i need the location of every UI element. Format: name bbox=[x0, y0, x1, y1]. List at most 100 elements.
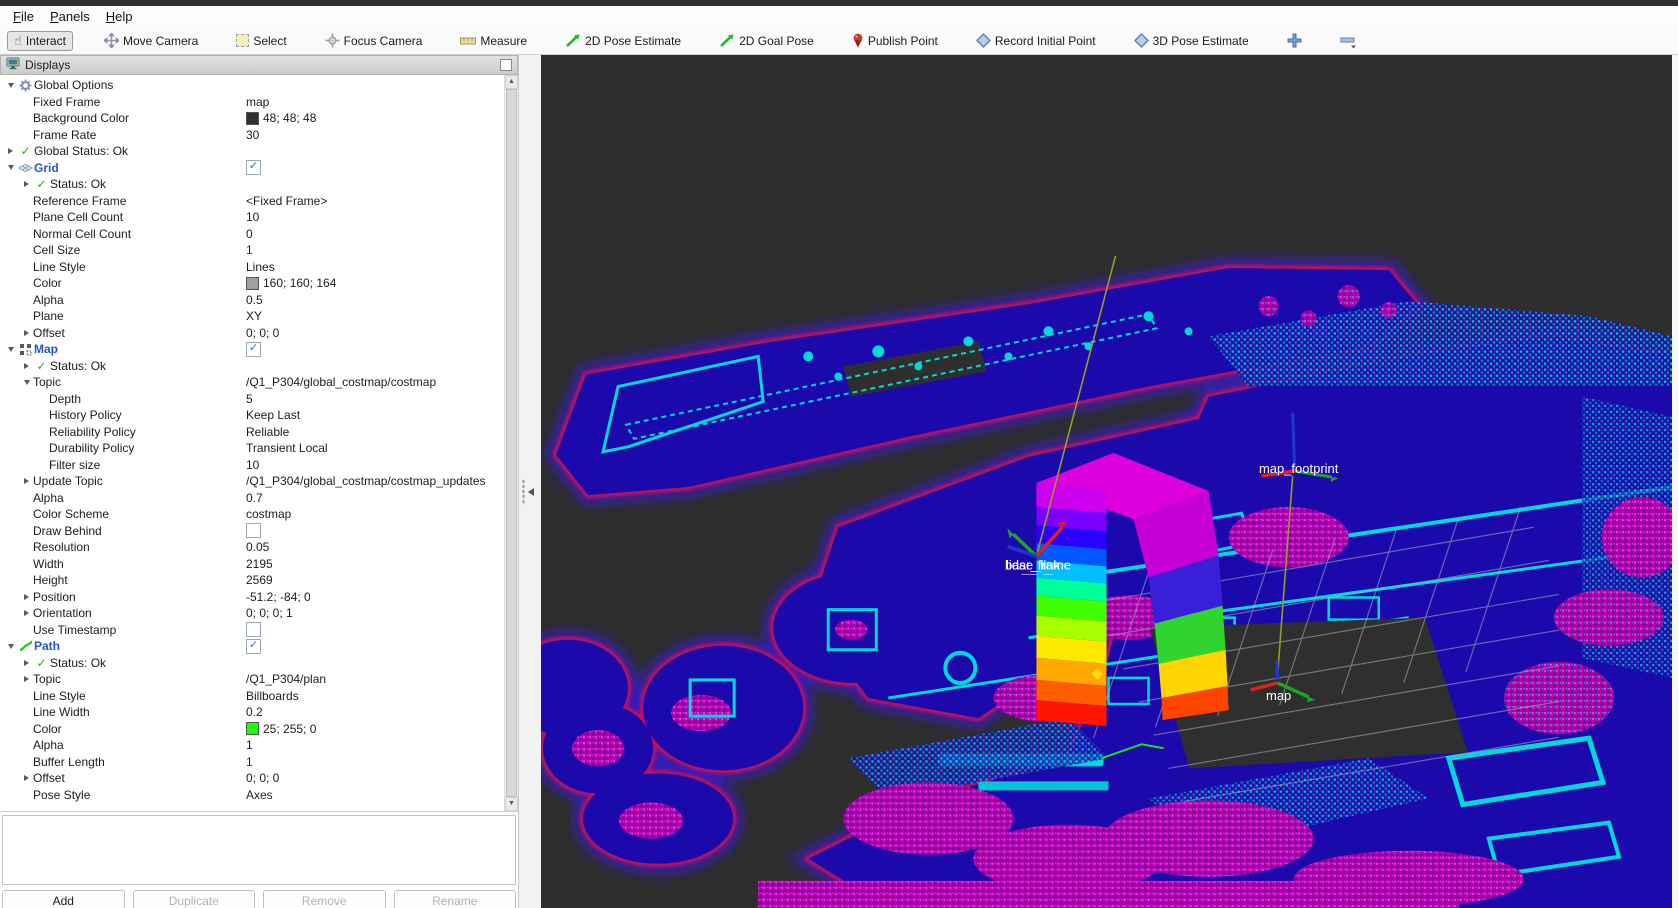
panel-float-button[interactable] bbox=[500, 59, 512, 71]
row-durability-policy[interactable]: Durability Policy Transient Local bbox=[0, 440, 505, 457]
row-filter-size[interactable]: Filter size 10 bbox=[0, 457, 505, 474]
property-value[interactable]: 0.5 bbox=[246, 293, 263, 307]
expander-closed-icon[interactable] bbox=[20, 676, 33, 683]
row-topic[interactable]: Topic/Q1_P304/global_costmap/costmap bbox=[0, 374, 505, 391]
row-background-color[interactable]: Background Color 48; 48; 48 bbox=[0, 110, 505, 127]
property-value[interactable]: 48; 48; 48 bbox=[246, 111, 316, 125]
row-depth[interactable]: Depth 5 bbox=[0, 391, 505, 408]
row-offset[interactable]: Offset 0; 0; 0 bbox=[0, 770, 505, 787]
property-value[interactable]: ✓ bbox=[246, 160, 261, 176]
tool-publish-point[interactable]: Publish Point bbox=[845, 30, 945, 51]
checkbox-checked[interactable]: ✓ bbox=[246, 160, 261, 176]
row-height[interactable]: Height 2569 bbox=[0, 572, 505, 589]
property-value[interactable]: 10 bbox=[246, 458, 259, 472]
property-value[interactable]: 0 bbox=[246, 227, 253, 241]
row-status-ok[interactable]: ✓ Status: Ok bbox=[0, 358, 505, 375]
row-offset[interactable]: Offset 0; 0; 0 bbox=[0, 325, 505, 342]
row-alpha[interactable]: Alpha 0.7 bbox=[0, 490, 505, 507]
row-orientation[interactable]: Orientation 0; 0; 0; 1 bbox=[0, 605, 505, 622]
rename-button[interactable]: Rename bbox=[393, 890, 516, 908]
row-frame-rate[interactable]: Frame Rate 30 bbox=[0, 127, 505, 144]
tool-3d-pose-estimate[interactable]: 3D Pose Estimate bbox=[1127, 30, 1256, 51]
row-color[interactable]: Color 25; 255; 0 bbox=[0, 721, 505, 738]
scroll-down-icon[interactable]: ▼ bbox=[505, 797, 518, 811]
property-value[interactable]: /Q1_P304/plan bbox=[246, 672, 326, 686]
row-normal-cell-count[interactable]: Normal Cell Count 0 bbox=[0, 226, 505, 243]
row-color-scheme[interactable]: Color Scheme costmap bbox=[0, 506, 505, 523]
expander-open-icon[interactable] bbox=[4, 165, 17, 171]
property-value[interactable]: -51.2; -84; 0 bbox=[246, 590, 311, 604]
expander-closed-icon[interactable] bbox=[20, 775, 33, 782]
row-status-ok[interactable]: ✓ Status: Ok bbox=[0, 176, 505, 193]
row-fixed-frame[interactable]: Fixed Frame map bbox=[0, 94, 505, 111]
tool-plus-icon[interactable] bbox=[1280, 30, 1309, 51]
row-global-options[interactable]: Global Options bbox=[0, 77, 505, 94]
scroll-thumb[interactable] bbox=[506, 89, 517, 797]
panel-splitter[interactable] bbox=[519, 55, 541, 908]
row-update-topic[interactable]: Update Topic/Q1_P304/global_costmap/cost… bbox=[0, 473, 505, 490]
property-value[interactable]: Transient Local bbox=[246, 441, 328, 455]
expander-open-icon[interactable] bbox=[4, 643, 17, 649]
3d-viewport[interactable]: base_link lidar_frame map_footprint map bbox=[541, 55, 1672, 908]
property-value[interactable]: 25; 255; 0 bbox=[246, 722, 316, 736]
property-value[interactable]: 0.2 bbox=[246, 705, 263, 719]
menu-help[interactable]: Help bbox=[98, 8, 141, 25]
property-value[interactable]: 0; 0; 0 bbox=[246, 771, 279, 785]
property-value[interactable]: 0.7 bbox=[246, 491, 263, 505]
expander-closed-icon[interactable] bbox=[20, 329, 33, 336]
property-value[interactable]: Billboards bbox=[246, 689, 299, 703]
tool-interact[interactable]: ☝ Interact bbox=[7, 30, 73, 51]
property-value[interactable]: 10 bbox=[246, 210, 259, 224]
property-value[interactable]: 0; 0; 0 bbox=[246, 326, 279, 340]
row-resolution[interactable]: Resolution 0.05 bbox=[0, 539, 505, 556]
menu-file[interactable]: File bbox=[5, 8, 42, 25]
property-value[interactable]: ✓ bbox=[246, 638, 261, 654]
row-global-status-ok[interactable]: ✓ Global Status: Ok bbox=[0, 143, 505, 160]
row-alpha[interactable]: Alpha 1 bbox=[0, 737, 505, 754]
displays-panel-header[interactable]: Displays bbox=[0, 55, 518, 75]
property-value[interactable]: 2569 bbox=[246, 573, 273, 587]
row-line-width[interactable]: Line Width 0.2 bbox=[0, 704, 505, 721]
tool-2d-pose-estimate[interactable]: 2D Pose Estimate bbox=[558, 31, 688, 51]
row-pose-style[interactable]: Pose Style Axes bbox=[0, 787, 505, 804]
tool-focus-camera[interactable]: Focus Camera bbox=[318, 30, 430, 51]
checkbox-unchecked[interactable] bbox=[246, 622, 261, 638]
property-value[interactable]: ✓ bbox=[246, 341, 261, 357]
property-value[interactable]: Lines bbox=[246, 260, 275, 274]
tool-select[interactable]: Select bbox=[229, 31, 293, 51]
property-value[interactable]: 0.05 bbox=[246, 540, 269, 554]
property-value[interactable]: /Q1_P304/global_costmap/costmap bbox=[246, 375, 436, 389]
row-position[interactable]: Position -51.2; -84; 0 bbox=[0, 589, 505, 606]
property-value[interactable] bbox=[246, 523, 261, 539]
row-reliability-policy[interactable]: Reliability Policy Reliable bbox=[0, 424, 505, 441]
property-value[interactable]: XY bbox=[246, 309, 262, 323]
property-value[interactable]: Keep Last bbox=[246, 408, 300, 422]
property-value[interactable]: 5 bbox=[246, 392, 253, 406]
property-value[interactable]: costmap bbox=[246, 507, 291, 521]
expander-closed-icon[interactable] bbox=[20, 593, 33, 600]
tool-2d-goal-pose[interactable]: 2D Goal Pose bbox=[712, 31, 821, 51]
tool-measure[interactable]: Measure bbox=[453, 31, 534, 51]
tool-minus-icon[interactable] bbox=[1333, 30, 1364, 52]
expander-closed-icon[interactable] bbox=[20, 659, 33, 666]
property-value[interactable]: 2195 bbox=[246, 557, 273, 571]
row-cell-size[interactable]: Cell Size 1 bbox=[0, 242, 505, 259]
property-value[interactable]: 1 bbox=[246, 243, 253, 257]
property-value[interactable]: 1 bbox=[246, 755, 253, 769]
row-topic[interactable]: Topic/Q1_P304/plan bbox=[0, 671, 505, 688]
property-value[interactable]: 0; 0; 0; 1 bbox=[246, 606, 293, 620]
row-width[interactable]: Width 2195 bbox=[0, 556, 505, 573]
property-value[interactable]: <Fixed Frame> bbox=[246, 194, 327, 208]
add-button[interactable]: Add bbox=[2, 890, 125, 908]
property-value[interactable]: map bbox=[246, 95, 269, 109]
row-plane[interactable]: Plane XY bbox=[0, 308, 505, 325]
tree-scrollbar[interactable]: ▲ ▼ bbox=[504, 75, 518, 811]
scroll-up-icon[interactable]: ▲ bbox=[505, 75, 518, 89]
row-plane-cell-count[interactable]: Plane Cell Count 10 bbox=[0, 209, 505, 226]
property-value[interactable]: 160; 160; 164 bbox=[246, 276, 336, 290]
remove-button[interactable]: Remove bbox=[263, 890, 386, 908]
row-buffer-length[interactable]: Buffer Length 1 bbox=[0, 754, 505, 771]
expander-closed-icon[interactable] bbox=[20, 478, 33, 485]
row-color[interactable]: Color 160; 160; 164 bbox=[0, 275, 505, 292]
row-map[interactable]: Map ✓ bbox=[0, 341, 505, 358]
